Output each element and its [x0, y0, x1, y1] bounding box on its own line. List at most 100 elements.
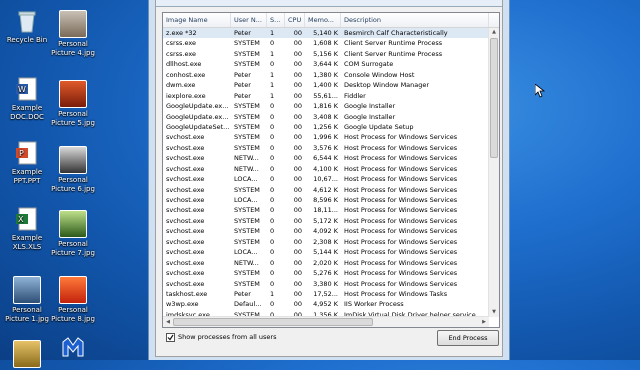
process-description: Host Process for Windows Services — [344, 196, 458, 204]
process-row[interactable]: svchost.exe SYSTEM 0 00 5,276 K Host Process … — [163, 268, 489, 278]
end-process-button[interactable]: End Process — [437, 330, 499, 346]
process-session-id: 1 — [270, 81, 275, 90]
process-image-name: dllhost.exe — [166, 60, 202, 69]
process-memory: 5,276 K — [313, 269, 338, 278]
horizontal-scroll-thumb[interactable] — [173, 318, 373, 326]
process-session-id: 0 — [270, 102, 275, 111]
process-row[interactable]: csrss.exe SYSTEM 0 00 1,608 K Client Server R… — [163, 38, 489, 48]
checkbox-box[interactable] — [166, 332, 175, 342]
process-user-name: SYSTEM — [234, 279, 260, 288]
process-row[interactable]: svchost.exe LOCA... 0 00 5,144 K Host Process… — [163, 247, 489, 257]
process-cpu: 00 — [293, 175, 302, 184]
column-header-description[interactable]: Description — [341, 13, 489, 27]
svg-text:X: X — [18, 215, 24, 224]
process-row[interactable]: GoogleUpdateSet... SYSTEM 0 00 1,256 K Google… — [163, 122, 489, 132]
process-row[interactable]: csrss.exe SYSTEM 1 00 5,156 K Client Server R… — [163, 49, 489, 59]
process-memory: 3,576 K — [313, 143, 338, 152]
image-file-icon — [13, 340, 41, 368]
process-description: Host Process for Windows Services — [344, 216, 458, 225]
process-row[interactable]: iexplore.exe Peter 1 00 55,61... Fiddler — [163, 91, 489, 101]
process-list[interactable]: Image Name User N... S... CPU Memo... De… — [162, 12, 500, 328]
column-header-memory[interactable]: Memo... — [305, 13, 341, 27]
process-user-name: Peter — [234, 81, 251, 90]
process-row[interactable]: svchost.exe LOCA... 0 00 8,596 K Host Process… — [163, 195, 489, 205]
column-header-session[interactable]: S... — [267, 13, 285, 27]
column-header-cpu[interactable]: CPU — [285, 13, 305, 27]
desktop-icon-malwarebytes[interactable] — [46, 334, 100, 362]
processes-tab-panel: Image Name User N... S... CPU Memo... De… — [155, 0, 503, 357]
process-description: Besmirch Calf Characteristically — [344, 29, 448, 37]
process-row[interactable]: conhost.exe Peter 1 00 1,380 K Console Window… — [163, 70, 489, 80]
process-image-name: svchost.exe — [166, 185, 205, 194]
process-memory: 2,308 K — [313, 237, 338, 246]
image-file-icon — [13, 276, 41, 304]
desktop-icon-label: Personal Picture 5.jpg — [51, 110, 95, 127]
task-manager-window: Image Name User N... S... CPU Memo... De… — [148, 0, 510, 360]
process-session-id: 0 — [270, 279, 275, 288]
horizontal-scrollbar[interactable]: ◀ ▶ — [163, 316, 489, 327]
process-row[interactable]: svchost.exe NETW... 0 00 4,100 K Host Process… — [163, 164, 489, 174]
process-image-name: dwm.exe — [166, 81, 196, 90]
process-description: Host Process for Windows Services — [344, 164, 458, 173]
process-row[interactable]: svchost.exe SYSTEM 0 00 3,380 K Host Process … — [163, 279, 489, 289]
process-image-name: GoogleUpdate.ex... — [166, 112, 229, 121]
process-session-id: 0 — [270, 39, 275, 48]
recycle-bin-icon — [14, 8, 40, 34]
process-memory: 3,644 K — [313, 60, 338, 69]
process-description: Google Update Setup — [344, 122, 414, 131]
process-description: Desktop Window Manager — [344, 81, 430, 90]
show-all-users-checkbox[interactable]: Show processes from all users — [166, 332, 276, 342]
process-row[interactable]: GoogleUpdate.ex... SYSTEM 0 00 1,816 K Google… — [163, 101, 489, 111]
process-user-name: SYSTEM — [234, 227, 260, 236]
process-cpu: 00 — [293, 133, 302, 142]
process-row[interactable]: svchost.exe SYSTEM 0 00 1,996 K Host Process … — [163, 132, 489, 142]
process-row[interactable]: svchost.exe SYSTEM 0 00 3,576 K Host Process … — [163, 143, 489, 153]
vertical-scrollbar[interactable]: ▲ ▼ — [488, 28, 499, 317]
process-session-id: 1 — [270, 70, 275, 79]
scroll-right-arrow-icon[interactable]: ▶ — [479, 317, 489, 327]
process-row[interactable]: dllhost.exe SYSTEM 0 00 3,644 K COM Surrogate — [163, 59, 489, 69]
desktop-icon-picture-5[interactable]: Personal Picture 5.jpg — [46, 80, 100, 127]
process-row[interactable]: dwm.exe Peter 1 00 1,400 K Desktop Window Man… — [163, 80, 489, 90]
process-row[interactable]: GoogleUpdate.ex... SYSTEM 0 00 3,408 K Google… — [163, 112, 489, 122]
process-user-name: LOCA... — [234, 248, 258, 257]
process-user-name: SYSTEM — [234, 143, 260, 152]
column-header-image-name[interactable]: Image Name — [163, 13, 231, 27]
process-memory: 5,156 K — [313, 49, 338, 58]
scroll-down-arrow-icon[interactable]: ▼ — [489, 308, 499, 317]
process-description: Host Process for Windows Services — [344, 279, 458, 288]
column-header-user-name[interactable]: User N... — [231, 13, 267, 27]
process-row[interactable]: svchost.exe SYSTEM 0 00 4,092 K Host Process … — [163, 226, 489, 236]
process-description: Host Process for Windows Services — [344, 133, 458, 142]
scroll-up-arrow-icon[interactable]: ▲ — [489, 28, 499, 37]
vertical-scroll-thumb[interactable] — [490, 38, 498, 158]
image-file-icon — [59, 210, 87, 238]
process-image-name: svchost.exe — [166, 175, 205, 184]
process-image-name: taskhost.exe — [166, 289, 208, 298]
process-cpu: 00 — [293, 237, 302, 246]
process-row[interactable]: svchost.exe SYSTEM 0 00 2,308 K Host Process … — [163, 237, 489, 247]
desktop-icon-picture-6[interactable]: Personal Picture 6.jpg — [46, 146, 100, 193]
process-row[interactable]: svchost.exe SYSTEM 0 00 5,172 K Host Process … — [163, 216, 489, 226]
process-cpu: 00 — [293, 300, 302, 309]
process-session-id: 0 — [270, 112, 275, 121]
process-cpu: 00 — [293, 60, 302, 69]
process-memory: 1,816 K — [313, 102, 338, 111]
process-row[interactable]: taskhost.exe Peter 1 00 17,52... Host Process… — [163, 289, 489, 299]
process-row[interactable]: svchost.exe NETW... 0 00 6,544 K Host Process… — [163, 153, 489, 163]
process-row[interactable]: w3wp.exe Defaul... 0 00 4,952 K IIS Worker Pr… — [163, 299, 489, 309]
process-row[interactable]: svchost.exe LOCA... 0 00 10,67... Host Proces… — [163, 174, 489, 184]
process-description: Host Process for Windows Services — [344, 248, 458, 257]
scroll-left-arrow-icon[interactable]: ◀ — [163, 317, 173, 327]
desktop-icon-picture-7[interactable]: Personal Picture 7.jpg — [46, 210, 100, 257]
process-row[interactable]: svchost.exe SYSTEM 0 00 18,11... Host Process… — [163, 205, 489, 215]
desktop-icon-label: Personal Picture 8.jpg — [51, 306, 95, 323]
process-row[interactable]: svchost.exe NETW... 0 00 2,020 K Host Process… — [163, 258, 489, 268]
process-row[interactable]: z.exe *32 Peter 1 00 5,140 K Besmirch Calf Ch… — [163, 28, 489, 39]
process-row[interactable]: svchost.exe SYSTEM 0 00 4,612 K Host Process … — [163, 185, 489, 195]
process-memory: 3,380 K — [313, 279, 338, 288]
desktop-icon-picture-4[interactable]: Personal Picture 4.jpg — [46, 10, 100, 57]
process-user-name: SYSTEM — [234, 112, 260, 121]
desktop-icon-label: Personal Picture 7.jpg — [51, 240, 95, 257]
desktop-icon-picture-8[interactable]: Personal Picture 8.jpg — [46, 276, 100, 323]
